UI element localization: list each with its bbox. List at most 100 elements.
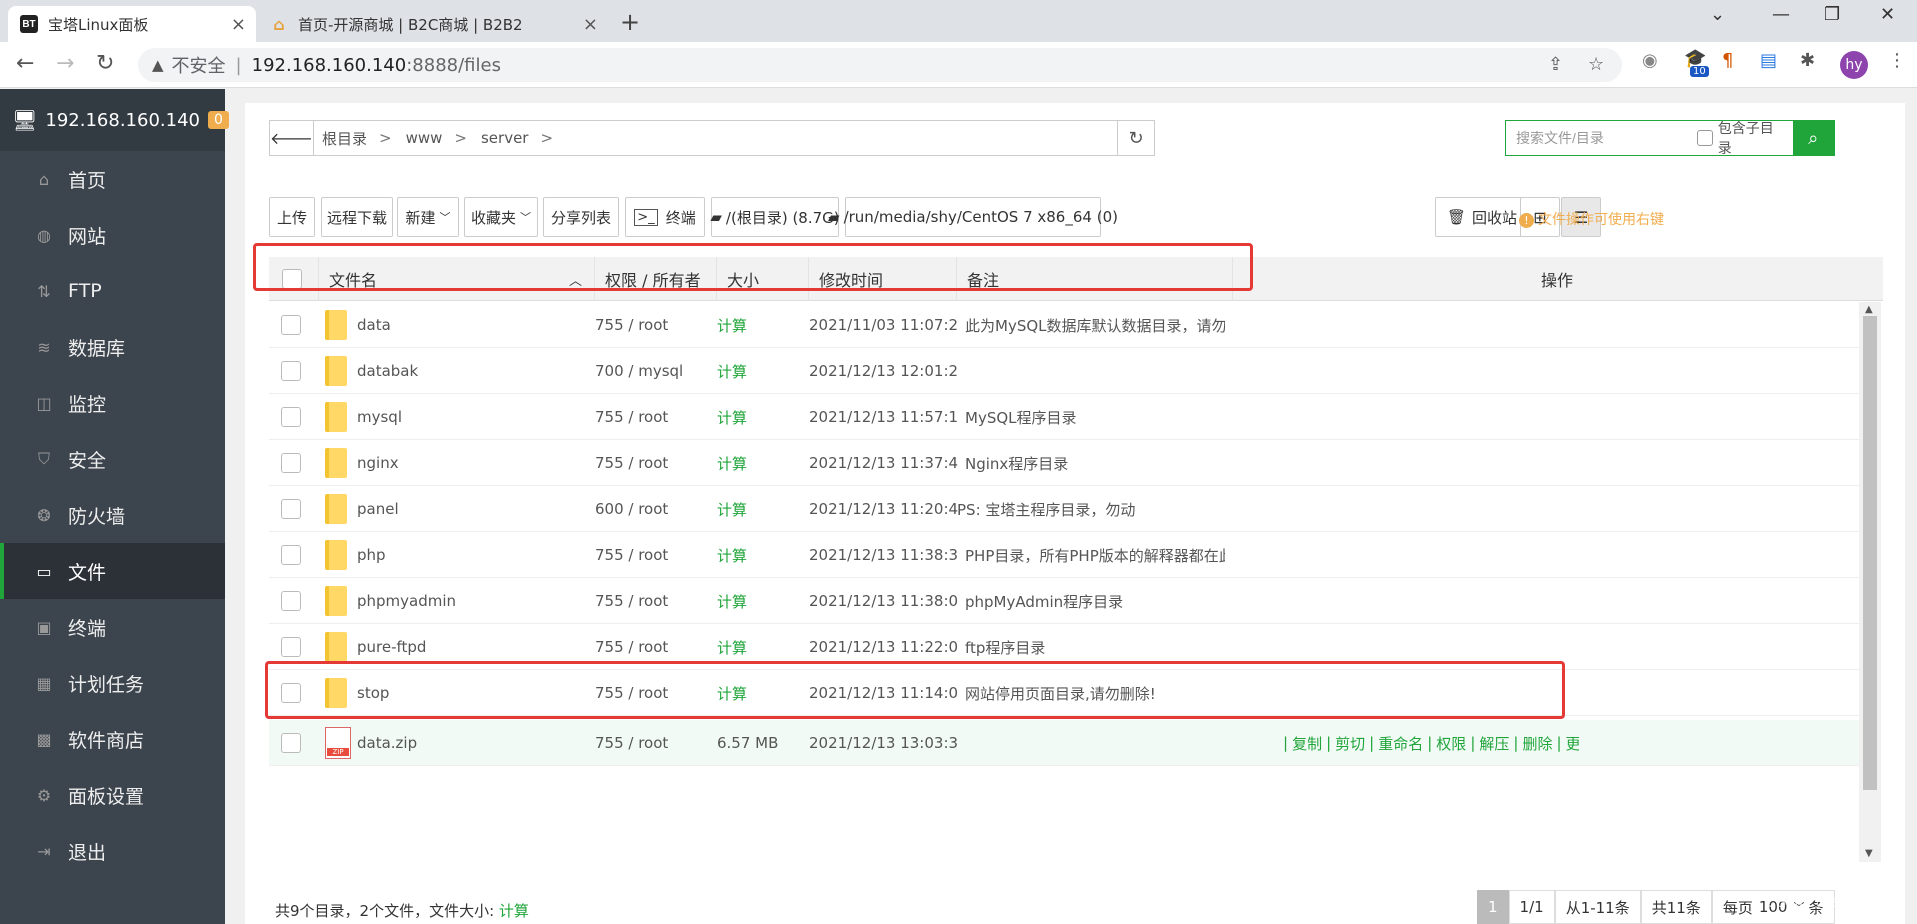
restore-icon[interactable]: ❐	[1824, 4, 1840, 25]
search-icon[interactable]: ⌕	[1792, 120, 1834, 156]
file-name[interactable]: data.zip	[357, 720, 577, 766]
file-note[interactable]: phpMyAdmin程序目录	[965, 578, 1225, 624]
sidebar-item-3[interactable]: ≋ 数据库	[0, 319, 225, 375]
file-perm[interactable]: 755 / root	[595, 394, 715, 440]
action-link-2[interactable]: 重命名	[1378, 733, 1423, 754]
window-close-icon[interactable]: ✕	[1880, 4, 1895, 25]
sidebar-item-0[interactable]: ⌂ 首页	[0, 151, 225, 207]
crumb-server[interactable]: server	[481, 129, 528, 147]
back-arrow-icon[interactable]: 🡐	[270, 121, 314, 155]
row-checkbox[interactable]	[281, 315, 301, 335]
back-icon[interactable]: ←	[16, 51, 34, 76]
extensions-puzzle-icon[interactable]: ✱	[1800, 50, 1815, 71]
table-row[interactable]: nginx 755 / root 计算 2021/12/13 11:37:46 Ngin…	[269, 440, 1859, 486]
sidebar-item-6[interactable]: ❂ 防火墙	[0, 487, 225, 543]
file-note[interactable]: 此为MySQL数据库默认数据目录，请勿删除!	[965, 302, 1225, 348]
table-row[interactable]: php 755 / root 计算 2021/12/13 11:38:32 PHP目录，…	[269, 532, 1859, 578]
crumb-www[interactable]: www	[406, 129, 443, 147]
file-size[interactable]: 计算	[717, 302, 807, 348]
refresh-icon[interactable]: ↻	[1117, 120, 1155, 156]
row-checkbox[interactable]	[281, 591, 301, 611]
file-name[interactable]: panel	[357, 486, 577, 532]
terminal-button[interactable]: >_ 终端	[625, 197, 705, 237]
bookmark-star-icon[interactable]: ☆	[1588, 54, 1604, 75]
new-button[interactable]: 新建 ﹀	[397, 197, 459, 237]
share-list-button[interactable]: 分享列表	[543, 197, 619, 237]
tab-search-icon[interactable]: ⌄	[1710, 4, 1725, 25]
table-row[interactable]: databak 700 / mysql 计算 2021/12/13 12:01:26	[269, 348, 1859, 394]
file-name[interactable]: php	[357, 532, 577, 578]
sidebar-item-10[interactable]: ▩ 软件商店	[0, 711, 225, 767]
sidebar-item-11[interactable]: ⚙ 面板设置	[0, 767, 225, 823]
sidebar-item-4[interactable]: ◫ 监控	[0, 375, 225, 431]
file-note[interactable]	[965, 348, 1225, 394]
file-note[interactable]	[965, 720, 1225, 766]
file-size[interactable]: 计算	[717, 486, 807, 532]
file-name[interactable]: phpmyadmin	[357, 578, 577, 624]
sidebar-item-2[interactable]: ⇅ FTP	[0, 263, 225, 319]
scroll-up-icon[interactable]: ▲	[1865, 304, 1873, 315]
file-note[interactable]: Nginx程序目录	[965, 440, 1225, 486]
include-subdir-checkbox[interactable]	[1697, 130, 1713, 146]
file-size[interactable]: 计算	[717, 532, 807, 578]
file-perm[interactable]: 700 / mysql	[595, 348, 715, 394]
row-checkbox[interactable]	[281, 361, 301, 381]
file-size[interactable]: 计算	[717, 394, 807, 440]
file-note[interactable]: MySQL程序目录	[965, 394, 1225, 440]
file-perm[interactable]: 755 / root	[595, 578, 715, 624]
table-row[interactable]: data 755 / root 计算 2021/11/03 11:07:20 此为MyS…	[269, 302, 1859, 348]
sidebar-item-12[interactable]: ⇥ 退出	[0, 823, 225, 879]
recycle-bin-button[interactable]: 🗑 回收站	[1435, 197, 1529, 237]
file-perm[interactable]: 755 / root	[595, 720, 715, 766]
favorites-button[interactable]: 收藏夹 ﹀	[464, 197, 538, 237]
file-size[interactable]: 计算	[717, 578, 807, 624]
extension-pilcrow-icon[interactable]: ¶	[1722, 50, 1733, 71]
file-perm[interactable]: 755 / root	[595, 532, 715, 578]
summary-calc-link[interactable]: 计算	[499, 902, 529, 920]
file-size[interactable]: 计算	[717, 440, 807, 486]
disk-root-button[interactable]: ▰ /(根目录) (8.7G)	[710, 197, 840, 237]
reload-icon[interactable]: ↻	[96, 51, 114, 76]
row-checkbox[interactable]	[281, 637, 301, 657]
table-row[interactable]: phpmyadmin 755 / root 计算 2021/12/13 11:38:0…	[269, 578, 1859, 624]
file-perm[interactable]: 755 / root	[595, 440, 715, 486]
extension-circle-icon[interactable]: ◉	[1642, 50, 1658, 71]
action-link-3[interactable]: 权限	[1436, 733, 1466, 754]
address-bar[interactable]: ▲ 不安全 | 192.168.160.140 :8888/files ⇪ ☆	[138, 48, 1622, 82]
file-size[interactable]: 计算	[717, 348, 807, 394]
scroll-thumb[interactable]	[1863, 316, 1877, 790]
search-input[interactable]	[1506, 121, 1697, 155]
new-tab-icon[interactable]: +	[620, 8, 640, 36]
file-perm[interactable]: 600 / root	[595, 486, 715, 532]
table-scrollbar[interactable]: ▲ ▼	[1859, 302, 1881, 862]
file-name[interactable]: nginx	[357, 440, 577, 486]
row-checkbox[interactable]	[281, 733, 301, 753]
file-note[interactable]: PS: 宝塔主程序目录，勿动	[957, 486, 1217, 532]
sidebar-item-1[interactable]: ◍ 网站	[0, 207, 225, 263]
forward-icon[interactable]: →	[56, 51, 74, 76]
file-name[interactable]: data	[357, 302, 577, 348]
row-checkbox[interactable]	[281, 545, 301, 565]
browser-tab-bt[interactable]: BT 宝塔Linux面板 ×	[8, 6, 256, 42]
file-perm[interactable]: 755 / root	[595, 302, 715, 348]
action-link-1[interactable]: 剪切	[1335, 733, 1365, 754]
upload-button[interactable]: 上传	[269, 197, 315, 237]
row-checkbox[interactable]	[281, 499, 301, 519]
scroll-down-icon[interactable]: ▼	[1865, 848, 1873, 859]
browser-tab-shop[interactable]: ⌂ 首页-开源商城 | B2C商城 | B2B2 ×	[258, 6, 608, 42]
crumb-root[interactable]: 根目录	[322, 128, 367, 149]
sidebar-item-7[interactable]: ▭ 文件	[0, 543, 225, 599]
sidebar-item-8[interactable]: ▣ 终端	[0, 599, 225, 655]
row-checkbox[interactable]	[281, 407, 301, 427]
table-row[interactable]: data.zip 755 / root6.57 MB 2021/12/13 13:0…	[269, 720, 1859, 766]
remote-download-button[interactable]: 远程下载	[321, 197, 393, 237]
notification-badge[interactable]: 0	[207, 111, 229, 129]
table-row[interactable]: panel 600 / root 计算 2021/12/13 11:20:45 PS: …	[269, 486, 1859, 532]
minimize-icon[interactable]: —	[1772, 4, 1790, 25]
close-icon[interactable]: ×	[583, 14, 598, 35]
close-icon[interactable]: ×	[231, 14, 246, 35]
share-icon[interactable]: ⇪	[1548, 54, 1563, 75]
menu-kebab-icon[interactable]: ⋮	[1888, 50, 1906, 71]
action-link-5[interactable]: 删除	[1522, 733, 1552, 754]
sidebar-item-5[interactable]: ⛉ 安全	[0, 431, 225, 487]
